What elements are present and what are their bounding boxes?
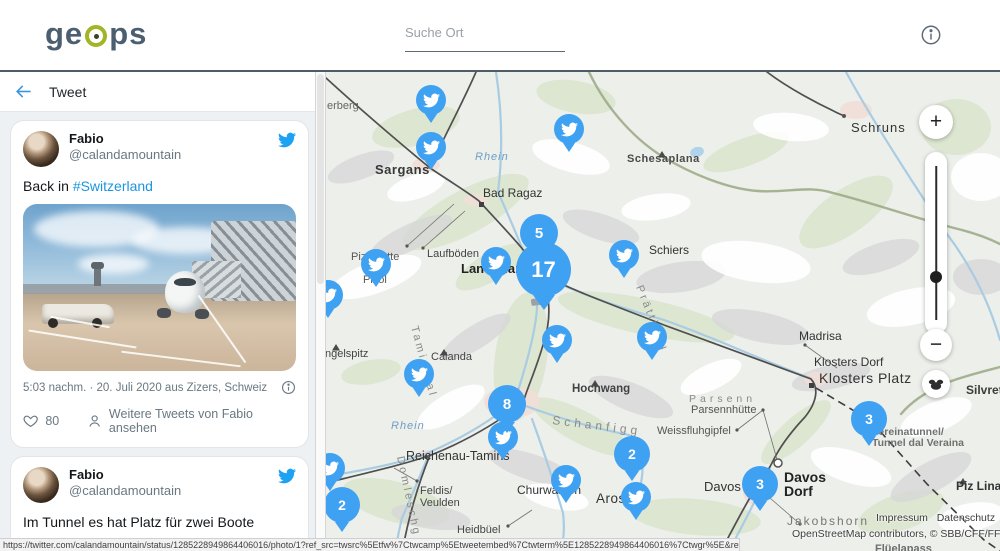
map[interactable]: erberg. Sargans Rhein Bad Ragaz Schesapl… [326,72,1000,551]
tweet-author: Fabio [69,131,278,147]
tweet-handle: @calandamountain [69,483,278,499]
map-label: Parsennhütte [691,404,756,416]
map-label: Piz Linar [956,479,1000,493]
scrollbar-thumb[interactable] [317,74,324,284]
search-input[interactable] [405,25,581,40]
station-bad-ragaz [479,202,484,207]
map-label: Tunnel dal Veraina [872,437,964,449]
like-heart-icon[interactable] [23,413,38,429]
logo-text-ps: ps [109,16,147,52]
tweet-pin[interactable] [416,132,446,162]
twitter-bird-icon[interactable] [278,131,296,149]
tweet-pin[interactable] [416,85,446,115]
tweet-text: Im Tunnel es hat Platz für zwei Boote [23,513,296,531]
cluster-pin[interactable]: 8 [488,385,526,423]
fly-icon [928,378,944,391]
zoom-slider-track [935,166,937,320]
hashtag-link[interactable]: #Switzerland [73,178,153,194]
fly-button[interactable] [922,370,950,398]
tweet-pin[interactable] [609,240,639,270]
airplane [165,271,205,313]
map-label: Madrisa [799,329,842,343]
logo-text-ge: ge [45,16,83,52]
map-label: Jakobshorn [787,514,869,528]
zoom-slider[interactable] [925,152,947,334]
map-label: Bad Ragaz [483,186,542,200]
map-label: Rhein [391,420,425,432]
person-icon [87,413,102,429]
map-label: Klosters Dorf [814,355,884,369]
app-header: ge ps [0,0,1000,70]
map-label: Weissfluhgipfel [657,425,731,437]
tweet-pin[interactable] [404,359,434,389]
tweet-pin[interactable] [361,249,391,279]
tweet-photo-airport[interactable] [23,204,296,371]
sidebar-scrollbar[interactable] [315,72,326,551]
impressum-link[interactable]: Impressum [876,512,928,524]
map-label: Calanda [431,351,473,363]
map-label: erberg. [327,100,362,112]
tweet-pin[interactable] [481,247,511,277]
tweet-pin[interactable] [542,325,572,355]
back-arrow-icon[interactable] [14,82,33,101]
logo-o-ring-icon [85,25,107,47]
map-label: Laufböden [427,248,479,260]
cluster-pin[interactable]: 3 [851,401,887,437]
tweet-text: Back in #Switzerland [23,177,296,195]
zoom-slider-handle[interactable] [930,271,942,283]
station-davos-dorf [774,459,782,467]
tweet-pin[interactable] [554,114,584,144]
station-klosters [809,383,814,388]
avatar[interactable] [23,467,59,503]
tweet-info-icon[interactable] [281,380,296,395]
tweet-list: Fabio @calandamountain Back in #Switzerl… [0,112,315,551]
zoom-in-button[interactable]: + [919,105,953,139]
tweet-card: Fabio @calandamountain Im Tunnel es hat … [10,456,309,551]
map-label: Silvret [966,383,1000,397]
map-label: Dorf [784,483,813,499]
osm-attribution[interactable]: OpenStreetMap contributors, © SBB/CFF/FF… [792,528,1000,540]
zoom-out-button[interactable]: − [920,329,952,361]
map-label: Heidbüel [457,524,500,536]
info-icon[interactable] [920,24,942,46]
map-label: Schiers [649,243,689,257]
map-label: Sargans [375,162,430,177]
map-label: Klosters Platz [819,370,912,386]
footer-links: Impressum Datenschutz [876,512,995,524]
sidebar-title: Tweet [49,84,86,100]
map-label: Hochwang [572,383,630,395]
sidebar-header: Tweet [0,72,326,112]
tweet-timestamp: 5:03 nachm. · 20. Juli 2020 aus Zizers, … [23,382,281,394]
map-label: ngelspitz [326,348,368,360]
browser-status-bar: https://twitter.com/calandamountain/stat… [0,538,740,551]
map-label: Schruns [851,120,906,135]
map-label: Reichenau-Tamins [406,449,510,463]
tweet-pin[interactable] [637,322,667,352]
cluster-pin[interactable]: 17 [516,242,571,297]
tweet-pin[interactable] [621,482,651,512]
cluster-pin[interactable]: 2 [614,436,650,472]
tweet-card: Fabio @calandamountain Back in #Switzerl… [10,120,309,448]
map-label: Flüelapass [875,543,932,551]
datenschutz-link[interactable]: Datenschutz [937,512,995,524]
tweet-author: Fabio [69,467,278,483]
app-window: ge ps Tweet [0,0,1000,551]
tweet-handle: @calandamountain [69,147,278,163]
twitter-bird-icon[interactable] [278,467,296,485]
like-count: 80 [45,414,59,428]
search-box [405,14,565,52]
cluster-pin[interactable]: 3 [742,466,778,502]
map-label: Feldis/ [420,485,453,497]
map-label: Veulden [420,497,460,509]
tweet-sidebar: Tweet Fabio @calandamountain Back in #Sw… [0,72,326,551]
avatar[interactable] [23,131,59,167]
geops-logo[interactable]: ge ps [45,16,147,52]
control-tower [94,262,101,286]
map-label: Rhein [475,151,509,163]
more-tweets-link[interactable]: Weitere Tweets von Fabio ansehen [109,407,296,435]
map-label: Schesaplana [627,153,700,165]
tweet-pin[interactable] [551,465,581,495]
